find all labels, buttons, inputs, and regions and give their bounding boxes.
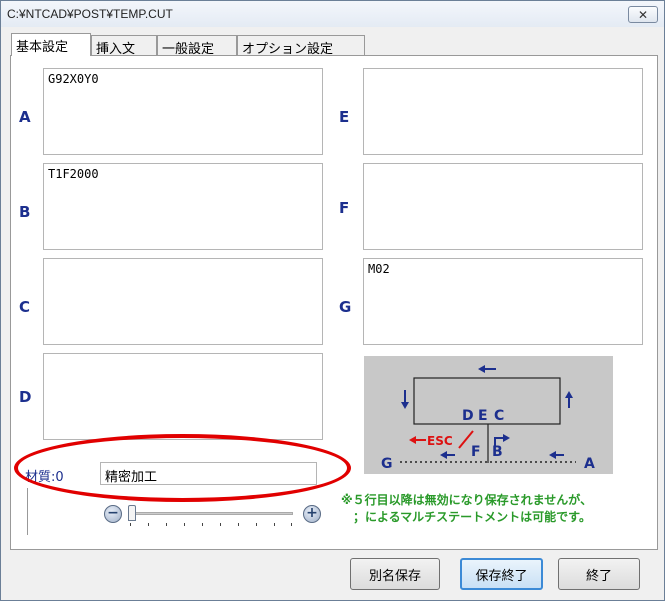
slider-ticks <box>130 523 292 527</box>
material-label-group: 材質:0 <box>25 466 64 485</box>
slot-label-g: G <box>339 298 352 316</box>
material-label: 材質: <box>25 470 56 485</box>
slot-label-c: C <box>19 298 31 316</box>
diagram-label-a: A <box>584 456 595 472</box>
dialog-window: C:¥NTCAD¥POST¥TEMP.CUT ✕ 基本設定 挿入文 一般設定 オ… <box>0 0 665 601</box>
cut-path-svg: D E C F B G A ESC <box>381 365 595 472</box>
slider-thumb[interactable] <box>128 505 136 521</box>
material-input[interactable]: 精密加工 <box>100 462 317 485</box>
arrow-b-corner-head <box>503 434 510 442</box>
slot-b-input[interactable]: T1F2000 <box>43 163 323 250</box>
material-slider[interactable]: − + <box>104 505 321 530</box>
window-title: C:¥NTCAD¥POST¥TEMP.CUT <box>7 7 173 21</box>
tab-option-settings[interactable]: オプション設定 <box>237 35 365 57</box>
save-exit-button[interactable]: 保存終了 <box>460 558 543 590</box>
arrow-right-head <box>565 391 573 398</box>
group-divider <box>27 488 28 535</box>
slot-d-input[interactable] <box>43 353 323 440</box>
tab-basic-settings[interactable]: 基本設定 <box>11 33 91 56</box>
slider-plus-icon[interactable]: + <box>303 505 321 523</box>
slot-a-input[interactable]: G92X0Y0 <box>43 68 323 155</box>
slot-label-a: A <box>19 108 31 126</box>
close-button[interactable]: ✕ <box>628 6 658 23</box>
slot-label-e: E <box>339 108 350 126</box>
arrow-top-head <box>478 365 485 373</box>
tab-insert-text[interactable]: 挿入文 <box>91 35 157 57</box>
diagram-label-b: B <box>492 444 503 460</box>
note-line-2: ；によるマルチステートメントは可能です。 <box>353 510 591 524</box>
arrow-bottom-mid-head <box>440 451 447 459</box>
slot-label-d: D <box>19 388 32 406</box>
slider-track[interactable] <box>128 512 293 515</box>
diagram-label-c: C <box>494 408 504 424</box>
diagram-label-esc: ESC <box>427 434 453 448</box>
esc-arrow-head <box>409 436 416 444</box>
material-index: 0 <box>55 470 64 485</box>
note-line-1: ※５行目以降は無効になり保存されませんが、 <box>341 493 593 507</box>
note-text: ※５行目以降は無効になり保存されませんが、 ；によるマルチステートメントは可能で… <box>341 492 659 526</box>
slot-e-input[interactable] <box>363 68 643 155</box>
exit-button[interactable]: 終了 <box>558 558 640 590</box>
diagram-label-f: F <box>471 444 481 460</box>
save-as-button[interactable]: 別名保存 <box>350 558 440 590</box>
arrow-left-head <box>401 402 409 409</box>
cut-path-diagram: D E C F B G A ESC <box>364 356 613 474</box>
tab-general-settings[interactable]: 一般設定 <box>157 35 237 57</box>
slot-g-input[interactable]: M02 <box>363 258 643 345</box>
slider-minus-icon[interactable]: − <box>104 505 122 523</box>
diagram-label-e: E <box>478 408 488 424</box>
tab-panel-basic: A G92X0Y0 B T1F2000 C D E F G M02 D E C … <box>10 55 658 550</box>
slot-label-f: F <box>339 199 350 217</box>
diagram-label-g: G <box>381 456 393 472</box>
slot-label-b: B <box>19 203 31 221</box>
slot-f-input[interactable] <box>363 163 643 250</box>
slot-c-input[interactable] <box>43 258 323 345</box>
close-icon: ✕ <box>637 7 649 22</box>
diagram-label-d: D <box>462 408 474 424</box>
arrow-bottom-right-head <box>549 451 556 459</box>
title-bar: C:¥NTCAD¥POST¥TEMP.CUT ✕ <box>1 1 664 27</box>
